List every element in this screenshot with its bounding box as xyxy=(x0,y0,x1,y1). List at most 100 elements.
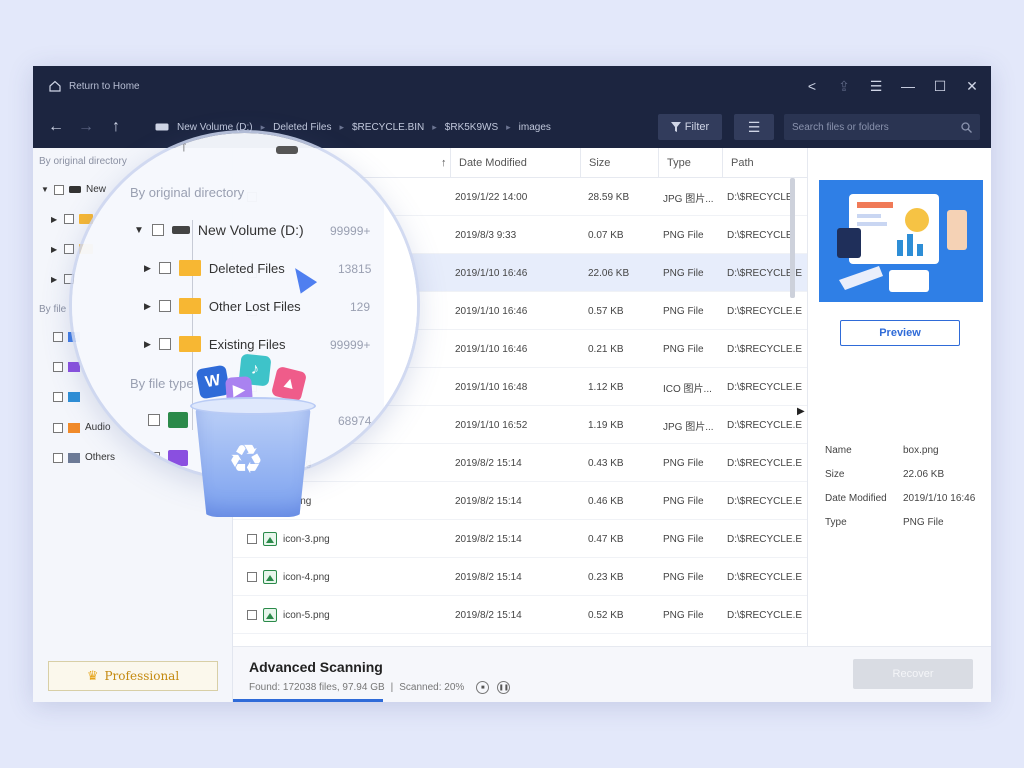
scan-status-title: Advanced Scanning xyxy=(249,659,383,675)
mag-root-item[interactable]: ▼ New Volume (D:) xyxy=(134,222,304,238)
name-cell[interactable]: icon-3.png xyxy=(247,520,330,558)
cell-size: 0.46 KB xyxy=(588,495,624,507)
close-button[interactable]: ✕ xyxy=(965,78,979,95)
menu-icon[interactable]: ☰ xyxy=(869,78,883,95)
file-name: icon-3.png xyxy=(283,533,330,545)
table-row[interactable]: icon-3.png 2019/8/2 15:14 0.47 KB PNG File D… xyxy=(233,520,807,558)
chevron-right-icon: ▸ xyxy=(260,121,266,132)
breadcrumb-item-folder[interactable]: $RK5K9WS xyxy=(445,122,498,133)
mag-item-existing[interactable]: ▶ Existing Files xyxy=(144,336,286,352)
cell-size: 0.43 KB xyxy=(588,457,624,469)
filter-button[interactable]: Filter xyxy=(658,114,722,140)
preview-button[interactable]: Preview xyxy=(840,320,960,346)
expand-right-icon[interactable]: ▶ xyxy=(51,275,59,284)
vertical-scrollbar[interactable] xyxy=(790,178,795,298)
search-icon[interactable] xyxy=(961,121,972,133)
column-type[interactable]: Type xyxy=(658,148,722,178)
breadcrumb-item-images[interactable]: images xyxy=(519,122,551,133)
column-date[interactable]: Date Modified xyxy=(450,148,580,178)
row-checkbox[interactable] xyxy=(247,572,257,582)
mag-item-deleted[interactable]: ▶ Deleted Files xyxy=(144,260,285,276)
sort-arrow-icon[interactable]: ↑ xyxy=(433,148,447,178)
view-menu-button[interactable]: ☰ xyxy=(734,114,774,140)
mag-item-lost[interactable]: ▶ Other Lost Files xyxy=(144,298,301,314)
cell-type: PNG File xyxy=(663,229,704,241)
cell-path: D:\$RECYCLE.E xyxy=(727,533,803,545)
breadcrumb-item-drive[interactable]: New Volume (D:) xyxy=(177,122,253,133)
recover-button[interactable]: Recover xyxy=(853,659,973,689)
drive-icon xyxy=(171,226,190,234)
cell-date: 2019/8/3 9:33 xyxy=(455,229,517,241)
crown-icon: ♛ xyxy=(86,668,99,684)
search-placeholder: Search files or folders xyxy=(792,121,889,133)
folder-icon xyxy=(178,298,201,314)
professional-label: Professional xyxy=(104,669,180,683)
checkbox[interactable] xyxy=(151,224,164,236)
checkbox[interactable] xyxy=(53,422,63,433)
title-bar: Return to Home < ⇪ ☰ — ☐ ✕ xyxy=(33,66,991,106)
mag-type-row[interactable] xyxy=(148,412,188,428)
breadcrumb-item-recycle[interactable]: $RECYCLE.BIN xyxy=(352,122,424,133)
maximize-button[interactable]: ☐ xyxy=(933,78,947,95)
mag-existing-count: 99999+ xyxy=(330,338,371,352)
filter-label: Filter xyxy=(684,121,710,133)
expand-right-icon[interactable]: ▶ xyxy=(144,301,151,312)
checkbox[interactable] xyxy=(53,452,63,463)
chevron-right-icon: ▸ xyxy=(506,121,511,132)
table-row[interactable]: -2.png2019/8/2 15:140.46 KBPNG FileD:\$R… xyxy=(233,482,807,520)
cell-size: 0.57 KB xyxy=(588,305,624,317)
name-cell[interactable]: icon-5.png xyxy=(247,596,330,634)
mag-directory-heading: By original directory xyxy=(130,185,245,200)
share-icon[interactable]: < xyxy=(805,78,819,94)
expand-down-icon[interactable]: ▼ xyxy=(134,225,144,236)
expand-right-icon[interactable]: ▶ xyxy=(144,263,151,274)
recycle-icon: ♻ xyxy=(228,438,264,482)
checkbox[interactable] xyxy=(158,262,171,274)
mag-type-row-2[interactable] xyxy=(148,450,188,466)
row-checkbox[interactable] xyxy=(247,534,257,544)
row-checkbox[interactable] xyxy=(247,610,257,620)
professional-button[interactable]: ♛ Professional xyxy=(48,661,218,691)
folder-icon xyxy=(178,336,201,352)
table-row[interactable]: icon-5.png 2019/8/2 15:14 0.52 KB PNG File D… xyxy=(233,596,807,634)
checkbox[interactable] xyxy=(54,184,64,195)
cell-size: 0.23 KB xyxy=(588,571,624,583)
expand-down-icon[interactable]: ▼ xyxy=(41,185,49,194)
cell-path: D:\$RECYCLE.E xyxy=(727,609,803,621)
mag-deleted-count: 13815 xyxy=(338,262,372,276)
mag-lost-count: 129 xyxy=(350,300,371,314)
cell-date: 2019/1/22 14:00 xyxy=(455,191,528,203)
breadcrumb-item-deleted[interactable]: Deleted Files xyxy=(273,122,331,133)
expand-right-icon[interactable]: ▶ xyxy=(51,245,59,254)
expand-right-icon[interactable]: ▶ xyxy=(51,215,59,224)
pause-icon[interactable]: ❚❚ xyxy=(497,681,511,694)
cell-date: 2019/1/10 16:46 xyxy=(455,267,528,279)
search-input[interactable]: Search files or folders xyxy=(784,114,980,140)
checkbox[interactable] xyxy=(148,452,160,464)
expand-right-icon[interactable]: ▶ xyxy=(144,339,151,350)
sidebar-item-existing[interactable]: ▶ xyxy=(51,274,74,284)
cell-type: JPG 图片... xyxy=(663,193,714,205)
cell-size: 1.12 KB xyxy=(588,381,624,393)
collapse-panel-icon[interactable]: ▶ xyxy=(797,406,805,417)
table-row[interactable]: icon-4.png 2019/8/2 15:14 0.23 KB PNG File D… xyxy=(233,558,807,596)
checkbox[interactable] xyxy=(53,392,63,402)
checkbox[interactable] xyxy=(53,362,63,372)
back-arrow-icon[interactable]: ← xyxy=(41,118,71,136)
return-home-link[interactable]: Return to Home xyxy=(49,80,140,92)
checkbox[interactable] xyxy=(158,300,171,312)
minimize-button[interactable]: — xyxy=(901,78,915,94)
checkbox[interactable] xyxy=(53,332,63,342)
column-size[interactable]: Size xyxy=(580,148,658,178)
name-cell[interactable]: icon-4.png xyxy=(247,558,330,596)
illustration-image xyxy=(837,194,967,292)
checkbox[interactable] xyxy=(148,414,160,426)
list-icon: ☰ xyxy=(747,118,761,135)
checkbox[interactable] xyxy=(158,338,171,350)
meta-type: Type PNG File xyxy=(825,517,944,528)
column-path[interactable]: Path xyxy=(722,148,807,178)
cell-path: D:\$RECYCLE.E xyxy=(727,419,803,431)
found-text: Found: 172038 files, 97.94 GB xyxy=(249,682,385,693)
export-icon[interactable]: ⇪ xyxy=(837,78,851,95)
stop-icon[interactable]: ■ xyxy=(476,681,490,694)
